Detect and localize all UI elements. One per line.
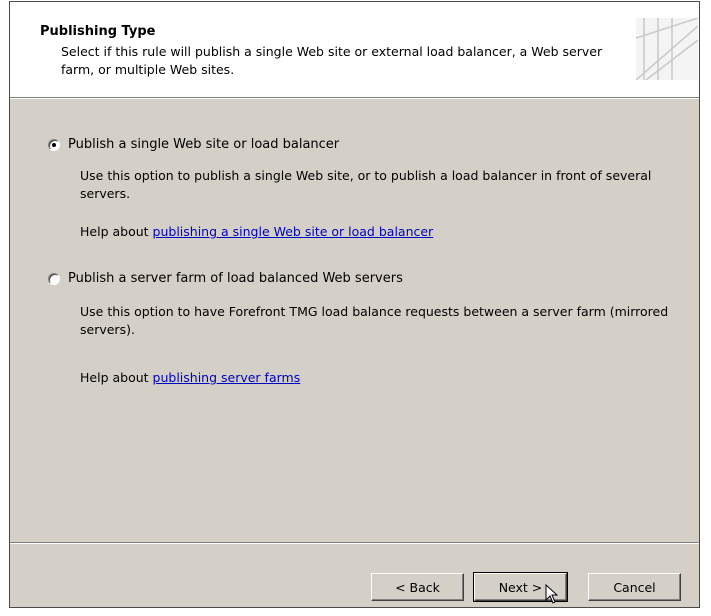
option-server-farm[interactable]: Publish a server farm of load balanced W… (48, 271, 403, 286)
wizard-content: Publish a single Web site or load balanc… (10, 99, 699, 539)
help-link-server-farms[interactable]: publishing server farms (153, 370, 301, 385)
radio-single-site[interactable] (48, 138, 60, 151)
help-prefix: Help about (80, 370, 149, 385)
mouse-cursor-icon (545, 584, 559, 604)
option-single-site[interactable]: Publish a single Web site or load balanc… (48, 137, 339, 152)
option-single-site-label[interactable]: Publish a single Web site or load balanc… (68, 137, 339, 152)
footer-separator (10, 542, 699, 544)
help-prefix: Help about (80, 224, 149, 239)
back-button[interactable]: < Back (371, 573, 464, 601)
option-single-site-help: Help about publishing a single Web site … (80, 224, 433, 239)
wizard-header: Publishing Type Select if this rule will… (10, 2, 699, 97)
radio-selected-dot-icon (52, 142, 56, 147)
page-title: Publishing Type (40, 24, 156, 39)
page-description: Select if this rule will publish a singl… (61, 44, 603, 77)
cancel-button[interactable]: Cancel (588, 573, 681, 601)
help-link-single-site[interactable]: publishing a single Web site or load bal… (153, 224, 434, 239)
option-server-farm-description: Use this option to have Forefront TMG lo… (80, 304, 669, 337)
wizard-dialog: Publishing Type Select if this rule will… (9, 1, 700, 608)
option-server-farm-help: Help about publishing server farms (80, 370, 300, 385)
wizard-header-graphic-icon (636, 18, 698, 80)
radio-server-farm[interactable] (48, 272, 60, 285)
option-server-farm-label[interactable]: Publish a server farm of load balanced W… (68, 271, 403, 286)
option-single-site-description: Use this option to publish a single Web … (80, 168, 652, 201)
